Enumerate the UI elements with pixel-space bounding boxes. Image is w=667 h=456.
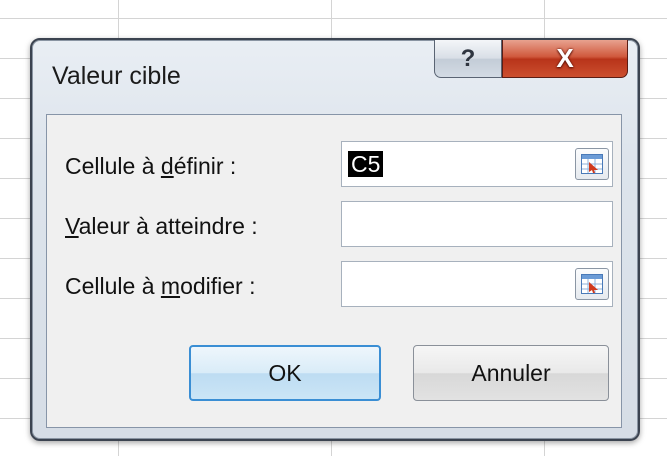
close-button[interactable]: X <box>502 40 628 78</box>
help-button[interactable]: ? <box>434 40 502 78</box>
help-icon: ? <box>460 44 476 72</box>
changing-cell-input[interactable] <box>341 261 613 307</box>
target-value-input[interactable] <box>341 201 613 247</box>
dialog-client-area: Cellule à définir : C5 Valeur à atteindr… <box>46 114 622 428</box>
cancel-button[interactable]: Annuler <box>413 345 609 401</box>
set-cell-input[interactable]: C5 <box>341 141 613 187</box>
dialog-title: Valeur cible <box>52 62 181 90</box>
range-selector-icon <box>581 154 603 174</box>
changing-cell-range-button[interactable] <box>575 268 609 300</box>
set-cell-value: C5 <box>348 151 384 177</box>
set-cell-label: Cellule à définir : <box>65 153 237 179</box>
range-selector-icon <box>581 274 603 294</box>
close-icon: X <box>556 43 574 73</box>
changing-cell-label: Cellule à modifier : <box>65 273 256 299</box>
ok-button[interactable]: OK <box>189 345 381 401</box>
goal-seek-dialog: Valeur cible ? X Cellule à définir : C5 <box>30 38 640 441</box>
target-value-label: Valeur à atteindre : <box>65 213 258 239</box>
set-cell-range-button[interactable] <box>575 148 609 180</box>
